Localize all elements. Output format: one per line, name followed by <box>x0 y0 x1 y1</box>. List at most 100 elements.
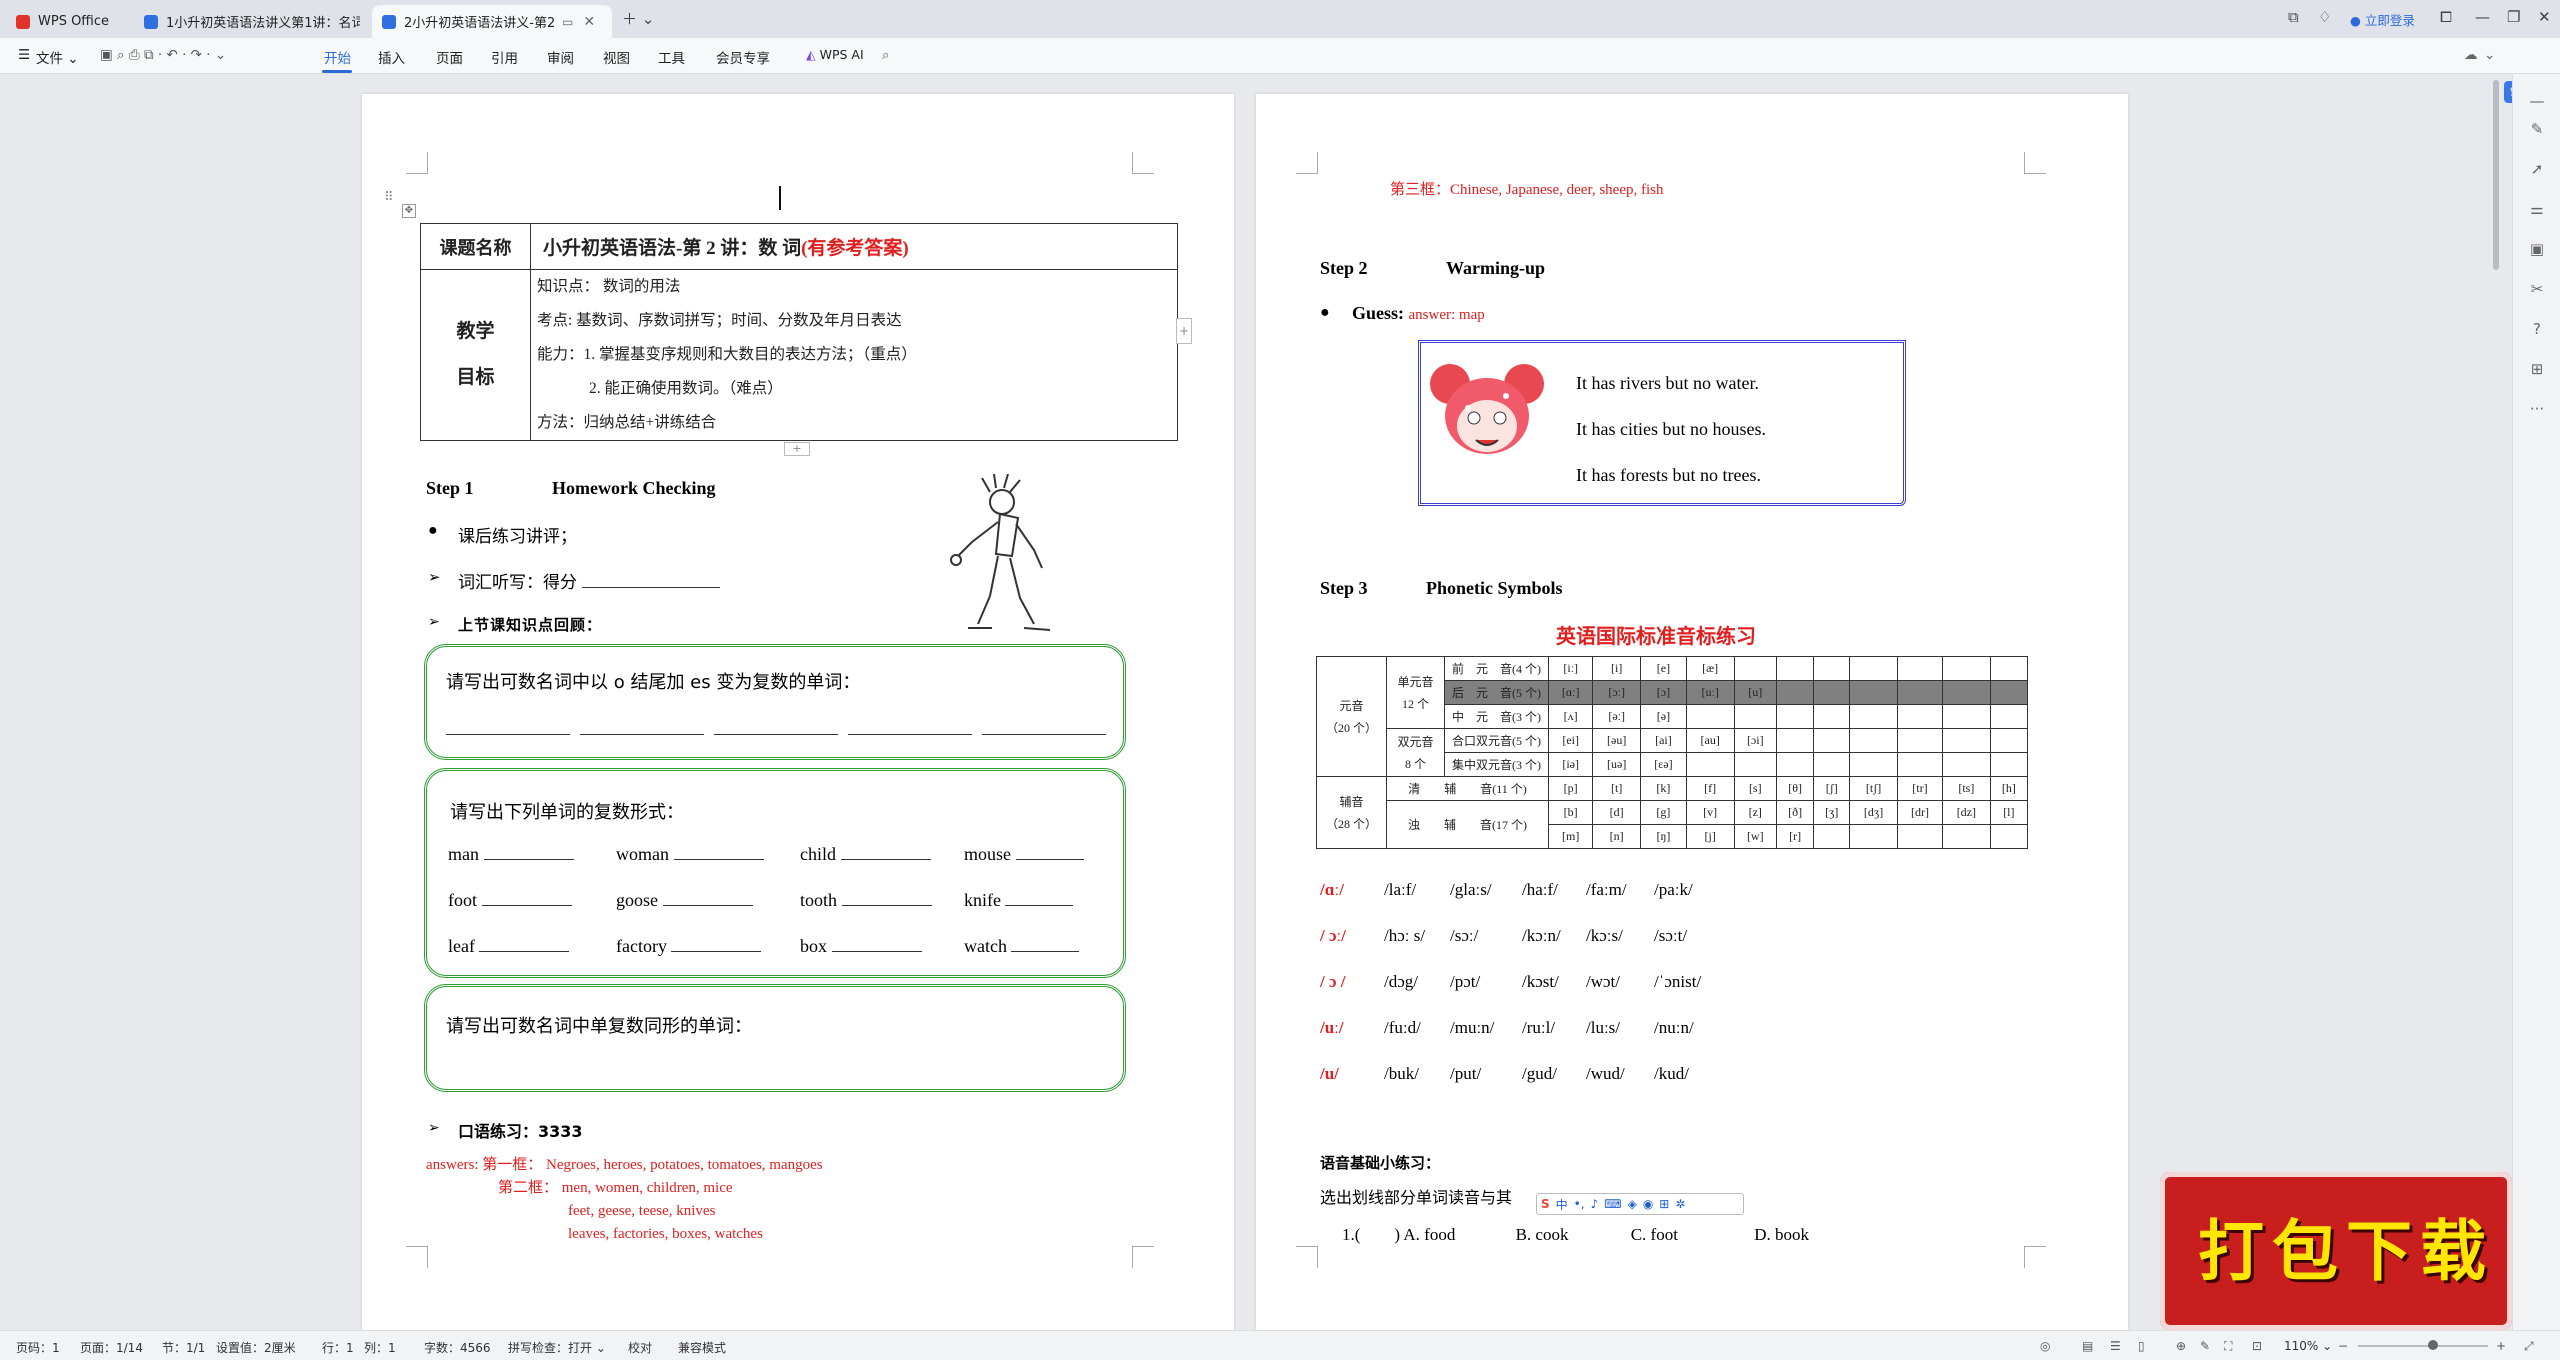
practice-question-1: 1.( ) A. food B. cook C. foot D. book <box>1342 1225 1809 1244</box>
crop-mark <box>406 1246 428 1268</box>
guess-line: Guess: answer: map <box>1352 303 1485 323</box>
crop-mark <box>1296 152 1318 174</box>
crop-mark <box>2024 152 2046 174</box>
status-compat[interactable]: 兼容模式 <box>678 1339 726 1356</box>
new-tab-icon[interactable]: ＋ ⌄ <box>622 8 654 29</box>
menu-insert[interactable]: 插入 <box>378 47 405 67</box>
zoom-slider[interactable] <box>2358 1345 2488 1347</box>
page-view-icon[interactable]: ▤ <box>2082 1339 2093 1353</box>
search-icon[interactable]: ⌕ <box>882 47 890 63</box>
plural-row: foot goose tooth knife <box>448 890 1102 936</box>
right-sidebar: — ✎ ➚ ⚌ ▣ ✂ ? ⊞ ··· <box>2512 74 2560 1330</box>
menu-tools[interactable]: 工具 <box>658 47 685 67</box>
active-tab-underline <box>322 70 352 73</box>
table-move-icon[interactable]: ✥ <box>402 204 416 218</box>
arrow-bullet-icon: ➢ <box>428 614 440 630</box>
maximize-icon[interactable]: ❐ <box>2507 8 2520 26</box>
course-info-table: 课题名称 小升初英语语法-第 2 讲：数 词(有参考答案) 教学 目标 知识点：… <box>420 223 1178 441</box>
window-icon[interactable]: ▭ <box>562 15 573 29</box>
menu-icon[interactable]: ☰ <box>18 47 30 63</box>
tools-grid-icon[interactable]: ⊞ <box>1659 1197 1669 1211</box>
settings-icon[interactable]: ✲ <box>1675 1197 1685 1211</box>
tools-icon[interactable]: ✂ <box>2527 280 2547 300</box>
add-column-button[interactable]: + <box>1176 318 1192 344</box>
oral-practice: 口语练习：3333 <box>458 1122 583 1141</box>
focus-mode-icon[interactable]: ⛶ <box>2224 1339 2232 1354</box>
add-row-button[interactable]: + <box>784 442 810 456</box>
fullscreen-icon[interactable]: ⤢ <box>2524 1339 2534 1354</box>
goals-content: 知识点： 数词的用法 考点: 基数词、序数词拼写；时间、分数及年月日表达 能力：… <box>530 269 1178 441</box>
collapse-icon[interactable]: — <box>2527 92 2547 112</box>
tab-document-1[interactable]: 1小升初英语语法讲义第1讲：名词 <box>134 5 370 38</box>
apps-icon[interactable]: ⊞ <box>2527 360 2547 380</box>
menu-home[interactable]: 开始 <box>324 47 351 67</box>
menu-wps-ai[interactable]: ◭ WPS AI <box>806 47 864 62</box>
status-page[interactable]: 页码：1 <box>16 1339 60 1356</box>
more-options-icon[interactable]: ··· <box>2527 400 2547 420</box>
read-mode-icon[interactable]: ▯ <box>2138 1339 2145 1353</box>
plural-row: leaf factory box watch <box>448 936 1102 982</box>
box1-blanks[interactable] <box>446 734 1106 735</box>
word-doc-icon <box>144 14 158 29</box>
zoom-out-icon[interactable]: − <box>2338 1339 2348 1353</box>
ime-toolbar[interactable]: S 中 •, ♪ ⌨ ◈ ◉ ⊞ ✲ <box>1536 1193 1744 1215</box>
close-tab-icon[interactable]: ✕ <box>583 14 595 30</box>
step3-title: Phonetic Symbols <box>1426 578 1563 598</box>
minimize-icon[interactable]: — <box>2475 8 2490 26</box>
status-proof[interactable]: 校对 <box>628 1339 652 1356</box>
ai-icon: ◭ <box>806 47 816 62</box>
menu-review[interactable]: 审阅 <box>547 47 574 67</box>
menu-member[interactable]: 会员专享 <box>716 47 770 67</box>
tab-wps-home[interactable]: WPS Office <box>6 5 131 38</box>
fit-page-icon[interactable]: ⊡ <box>2252 1339 2262 1353</box>
quick-tools[interactable]: ▣ ⌕ ⎙ ⧉ · ↶ · ↷ · ⌄ <box>100 47 226 63</box>
step2-title: Warming-up <box>1446 258 1546 278</box>
help-icon[interactable]: ? <box>2527 320 2547 340</box>
goals-label: 教学 目标 <box>420 269 531 441</box>
punctuation-icon[interactable]: •, <box>1574 1197 1585 1211</box>
status-section[interactable]: 节：1/1 <box>162 1339 205 1356</box>
status-col[interactable]: 列：1 <box>364 1339 396 1356</box>
zoom-slider-thumb[interactable] <box>2428 1340 2438 1350</box>
login-link[interactable]: ● 立即登录 <box>2350 10 2415 29</box>
download-banner[interactable]: 打包下载 <box>2160 1172 2512 1330</box>
eye-protect-icon[interactable]: ◎ <box>2040 1339 2050 1353</box>
status-pages[interactable]: 页面：1/14 <box>80 1339 143 1356</box>
arrow-bullet-icon: ➢ <box>428 568 441 586</box>
step3-label: Step 3 <box>1320 578 1368 598</box>
drag-handle-icon[interactable]: ⠿ <box>384 190 394 205</box>
outline-icon[interactable]: ☰ <box>2110 1339 2121 1353</box>
menu-view[interactable]: 视图 <box>603 47 630 67</box>
status-spell[interactable]: 拼写检查：打开 ⌄ <box>508 1339 606 1356</box>
menu-reference[interactable]: 引用 <box>491 47 518 67</box>
edit-mode-icon[interactable]: ✎ <box>2200 1339 2210 1353</box>
edit-icon[interactable]: ✎ <box>2527 120 2547 140</box>
image-icon[interactable]: ▣ <box>2527 240 2547 260</box>
status-words[interactable]: 字数：4566 <box>424 1339 491 1356</box>
zoom-in-icon[interactable]: + <box>2496 1339 2506 1353</box>
bell-icon[interactable]: ♢ <box>2318 8 2331 26</box>
tab-bar: WPS Office 1小升初英语语法讲义第1讲：名词 2小升初英语语法讲义-第… <box>0 0 2560 38</box>
skin-icon[interactable]: ◈ <box>1628 1197 1637 1211</box>
zoom-level[interactable]: 110% ⌄ <box>2284 1339 2332 1353</box>
menu-page[interactable]: 页面 <box>436 47 463 67</box>
adjust-icon[interactable]: ⚌ <box>2527 200 2547 220</box>
select-icon[interactable]: ➚ <box>2527 160 2547 180</box>
exercise-box-3 <box>424 984 1126 1092</box>
keyboard-icon[interactable]: ⌨ <box>1604 1197 1621 1211</box>
web-view-icon[interactable]: ⊕ <box>2176 1339 2186 1353</box>
tab-document-2[interactable]: 2小升初英语语法讲义-第2讲： ▭ ✕ <box>372 5 612 38</box>
step2-label: Step 2 <box>1320 258 1368 278</box>
cloud-sync-icon[interactable]: ☁ <box>2464 47 2478 63</box>
layout-icon[interactable]: ⧉ <box>2288 8 2299 26</box>
menu-file[interactable]: 文件 ⌄ <box>36 47 79 67</box>
course-title: 小升初英语语法-第 2 讲：数 词(有参考答案) <box>530 223 1178 270</box>
more-icon[interactable]: ⌄ <box>2484 47 2495 63</box>
status-row[interactable]: 行：1 <box>322 1339 354 1356</box>
status-setting[interactable]: 设置值：2厘米 <box>216 1339 296 1356</box>
close-window-icon[interactable]: ✕ <box>2538 8 2551 26</box>
minimize-window-icon[interactable]: ⧠ <box>2440 8 2452 26</box>
microphone-icon[interactable]: ♪ <box>1591 1197 1599 1211</box>
vertical-scrollbar[interactable] <box>2493 80 2499 270</box>
game-icon[interactable]: ◉ <box>1643 1197 1653 1211</box>
